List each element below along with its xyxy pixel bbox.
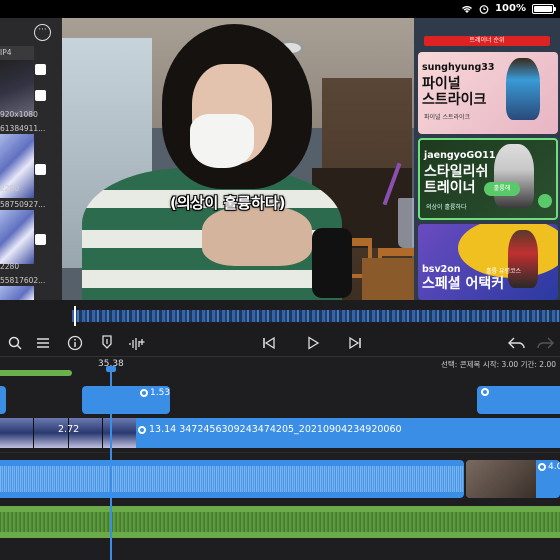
- editor-app: 100% ··· IP4 920x1080 61384911... 2280 5…: [0, 0, 560, 560]
- battery-fill: [534, 5, 552, 12]
- audio-clip[interactable]: 4.0: [466, 460, 560, 498]
- timeline-playhead[interactable]: [110, 370, 112, 560]
- card-subtitle: 훌륭 유령코스: [486, 268, 522, 275]
- media-item-label: 55817602...: [0, 276, 46, 285]
- title-clip-duration: 1.53: [140, 388, 170, 398]
- card-username: sunghyung33: [422, 62, 495, 73]
- audio-clip-duration-text: 4.0: [548, 462, 560, 472]
- audio-clip-thumbnail: [466, 460, 536, 498]
- card-title-line2: 트레이너: [424, 180, 476, 196]
- timeline[interactable]: 35.38 선택: 콘제목 시작: 3.00 기간: 2.00 1.53 2.7…: [0, 356, 560, 560]
- ranking-card: bsv2on 스페셜 어택커 훌륭 유령코스: [418, 224, 558, 300]
- media-item-label: 2280: [0, 262, 20, 271]
- media-checkbox[interactable]: [35, 90, 46, 101]
- music-track[interactable]: [0, 506, 560, 538]
- card-title-line1: 스타일리쉬: [424, 164, 489, 180]
- audio-track[interactable]: [0, 460, 464, 498]
- list-icon[interactable]: [34, 333, 52, 353]
- audio-effect-icon[interactable]: [128, 333, 146, 353]
- clip-name: 3472456309243474205_20210904234920060: [179, 424, 402, 435]
- video-thumbnail: [102, 418, 136, 448]
- character-figure: [494, 144, 534, 208]
- gear-icon: [140, 389, 148, 397]
- timeline-divider: [0, 356, 560, 357]
- battery-percentage: 100%: [495, 3, 526, 14]
- ranking-card: jaengyoGO11 스타일리쉬 트레이너 의상이 훌륭하다 훌륭해: [418, 138, 558, 220]
- clip-duration: 13.14: [149, 424, 177, 435]
- background-music-bar[interactable]: [0, 370, 72, 376]
- video-thumbnail: [0, 418, 34, 448]
- skip-back-icon[interactable]: [260, 333, 278, 353]
- status-icons: 100%: [461, 3, 556, 14]
- alarm-icon: [479, 4, 489, 14]
- person-hands: [202, 206, 312, 266]
- scrubber-playhead[interactable]: [74, 306, 76, 326]
- card-title-line2: 스트라이크: [422, 92, 487, 108]
- undo-icon[interactable]: [508, 333, 526, 353]
- ranking-banner: 트레이너 순위: [424, 36, 550, 46]
- music-waveform: [0, 512, 560, 532]
- scrubber-track[interactable]: [72, 310, 560, 322]
- video-preview[interactable]: (의상이 훌륭하다) 트레이너 순위 sunghyung33 파이널 스트라이크…: [62, 18, 560, 300]
- play-icon[interactable]: [304, 333, 322, 353]
- media-thumbnail[interactable]: [0, 60, 34, 116]
- card-badge: 훌륭해: [484, 182, 520, 196]
- pin-icon[interactable]: [98, 333, 116, 353]
- media-thumbnail[interactable]: [0, 210, 34, 264]
- media-item-label: 2280: [0, 184, 20, 193]
- editor-toolbar: [0, 330, 560, 356]
- card-action-icon: [538, 194, 552, 208]
- person-mask: [190, 114, 254, 168]
- media-item-label: IP4: [0, 48, 12, 57]
- video-clip-duration: 2.72: [58, 424, 80, 435]
- title-clip-handle: [481, 388, 489, 396]
- preview-scrubber[interactable]: [0, 300, 560, 330]
- battery-icon: [532, 3, 556, 14]
- card-username: bsv2on: [422, 264, 461, 275]
- card-subtitle: 의상이 훌륭하다: [426, 204, 467, 211]
- video-clip-label: 13.14 3472456309243474205_20210904234920…: [138, 424, 402, 435]
- title-clip[interactable]: 1.53: [82, 386, 170, 414]
- selection-info: 선택: 콘제목 시작: 3.00 기간: 2.00: [441, 360, 556, 369]
- audio-waveform: [0, 466, 464, 492]
- wifi-icon: [461, 4, 473, 14]
- character-figure: [506, 58, 540, 120]
- media-item-label: 61384911...: [0, 124, 46, 133]
- gear-icon: [138, 425, 146, 434]
- title-clip[interactable]: [0, 386, 6, 414]
- card-subtitle: 파이널 스트라이크: [424, 114, 471, 121]
- media-item-label: 920x1080: [0, 110, 38, 119]
- audio-clip-duration: 4.0: [538, 462, 560, 472]
- person-arm: [312, 228, 352, 298]
- card-title-line1: 파이널: [422, 76, 461, 92]
- search-icon[interactable]: [6, 333, 24, 353]
- track-divider: [0, 452, 560, 453]
- media-item-label: 58750927...: [0, 200, 46, 209]
- media-checkbox[interactable]: [35, 64, 46, 75]
- ranking-overlay: 트레이너 순위 sunghyung33 파이널 스트라이크 파이널 스트라이크 …: [414, 18, 560, 300]
- subtitle-text: (의상이 훌륭하다): [170, 194, 286, 212]
- media-checkbox[interactable]: [35, 164, 46, 175]
- card-username: jaengyoGO11: [424, 150, 496, 161]
- media-browser: ··· IP4 920x1080 61384911... 2280 587509…: [0, 18, 62, 330]
- title-clip-duration-text: 1.53: [150, 388, 171, 398]
- title-clip[interactable]: [477, 386, 560, 414]
- skip-forward-icon[interactable]: [346, 333, 364, 353]
- status-bar: 100%: [0, 0, 560, 18]
- gear-icon: [538, 463, 546, 471]
- more-options-button[interactable]: ···: [34, 24, 51, 41]
- redo-icon[interactable]: [536, 333, 554, 353]
- card-title-line1: 스페셜 어택커: [422, 276, 505, 292]
- character-figure: [508, 230, 538, 288]
- info-icon[interactable]: [66, 333, 84, 353]
- ranking-card: sunghyung33 파이널 스트라이크 파이널 스트라이크: [418, 52, 558, 134]
- scene-table: [362, 258, 422, 300]
- gear-icon: [481, 388, 489, 396]
- media-checkbox[interactable]: [35, 234, 46, 245]
